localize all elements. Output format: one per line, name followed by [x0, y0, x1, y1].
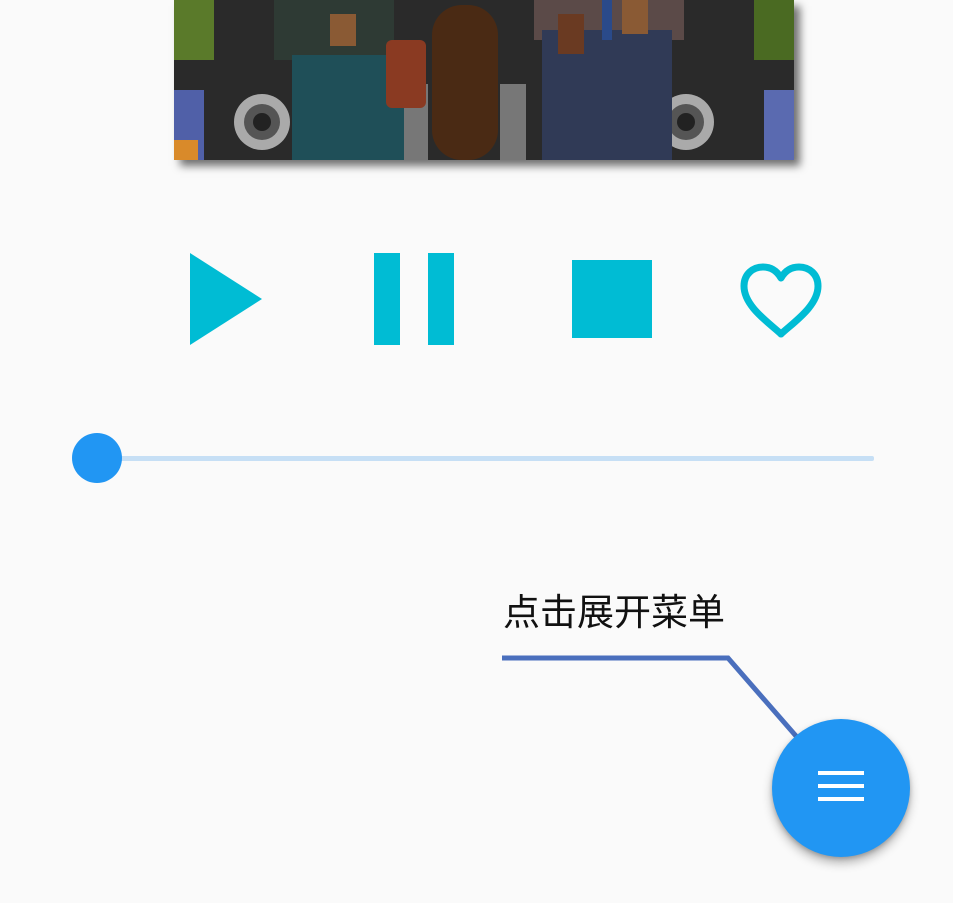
stop-icon	[572, 260, 652, 338]
play-icon	[190, 253, 262, 345]
hint-pointer-line	[502, 655, 798, 738]
menu-fab-button[interactable]	[772, 719, 910, 857]
heart-outline-icon	[740, 263, 822, 338]
seek-slider[interactable]	[72, 433, 874, 483]
menu-icon	[818, 771, 864, 801]
favorite-button[interactable]	[738, 262, 824, 340]
pause-button[interactable]	[374, 253, 456, 347]
menu-hint-label: 点击展开菜单	[503, 591, 725, 634]
stop-button[interactable]	[572, 260, 654, 340]
slider-thumb[interactable]	[72, 433, 122, 483]
album-art	[174, 0, 794, 160]
play-button[interactable]	[190, 253, 264, 347]
pause-icon	[374, 253, 454, 345]
slider-track[interactable]	[96, 456, 874, 461]
